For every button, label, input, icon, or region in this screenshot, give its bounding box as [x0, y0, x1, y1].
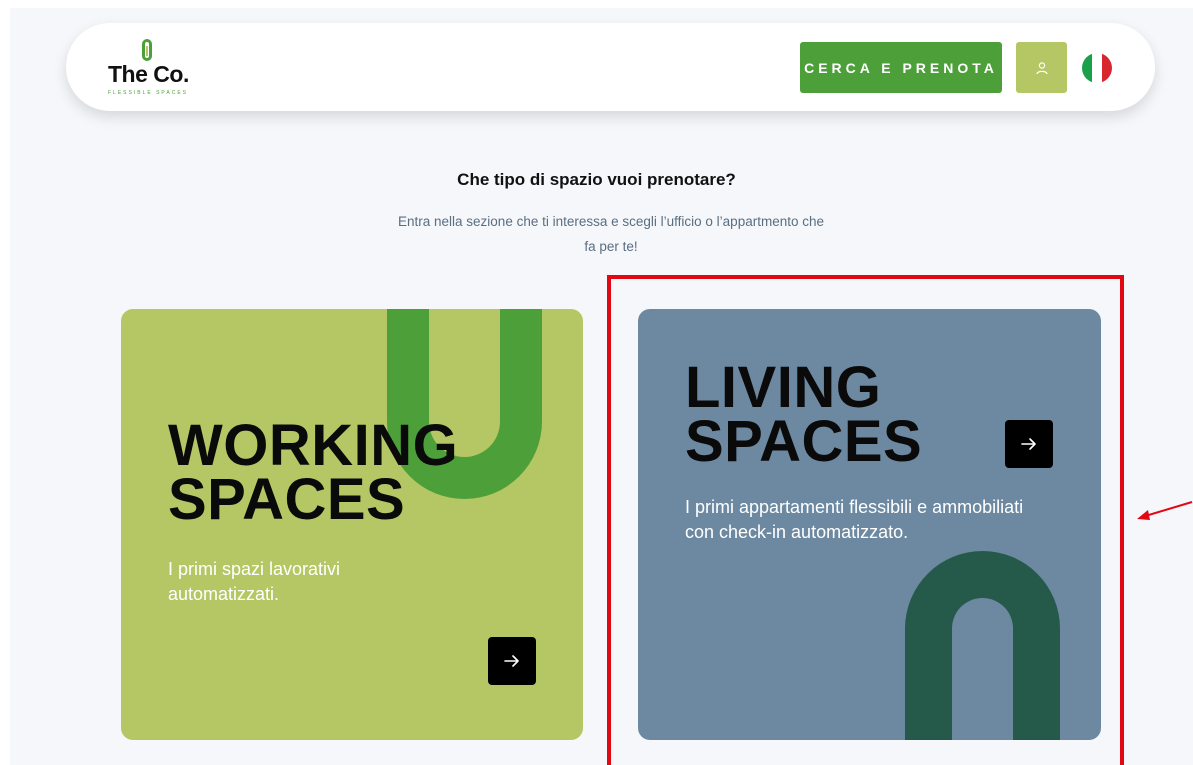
living-spaces-arrow-button[interactable]: [1005, 420, 1053, 468]
working-title-line2: SPACES: [168, 467, 406, 532]
logo[interactable]: The Co. FLESSIBLE SPACES: [108, 37, 208, 97]
working-spaces-description: I primi spazi lavorativi automatizzati.: [168, 559, 341, 604]
annotation-arrow-icon: [1137, 501, 1193, 520]
logo-subtitle: FLESSIBLE SPACES: [108, 90, 188, 96]
search-book-button[interactable]: CERCA E PRENOTA: [800, 42, 1002, 93]
living-spaces-title: LIVING SPACES: [685, 359, 922, 471]
logo-mark-icon: [142, 39, 152, 61]
arrow-right-icon: [504, 655, 519, 667]
arrow-right-icon: [1021, 438, 1036, 450]
living-spaces-description: I primi appartamenti flessibili e ammobi…: [685, 497, 1024, 542]
living-title-line2: SPACES: [685, 409, 923, 474]
navbar: The Co. FLESSIBLE SPACES CERCA E PRENOTA: [66, 23, 1155, 111]
page-title: Che tipo di spazio vuoi prenotare?: [457, 170, 736, 189]
working-spaces-arrow-button[interactable]: [488, 637, 536, 685]
logo-text: The Co.: [108, 61, 189, 87]
user-account-button[interactable]: [1016, 42, 1067, 93]
user-icon: [1035, 61, 1048, 74]
italy-flag-icon[interactable]: [1082, 53, 1112, 83]
working-spaces-card[interactable]: WORKING SPACES I primi spazi lavorativi …: [121, 309, 583, 740]
working-spaces-title: WORKING SPACES: [168, 417, 458, 529]
page-subtitle: Entra nella sezione che ti interessa e s…: [398, 214, 824, 254]
